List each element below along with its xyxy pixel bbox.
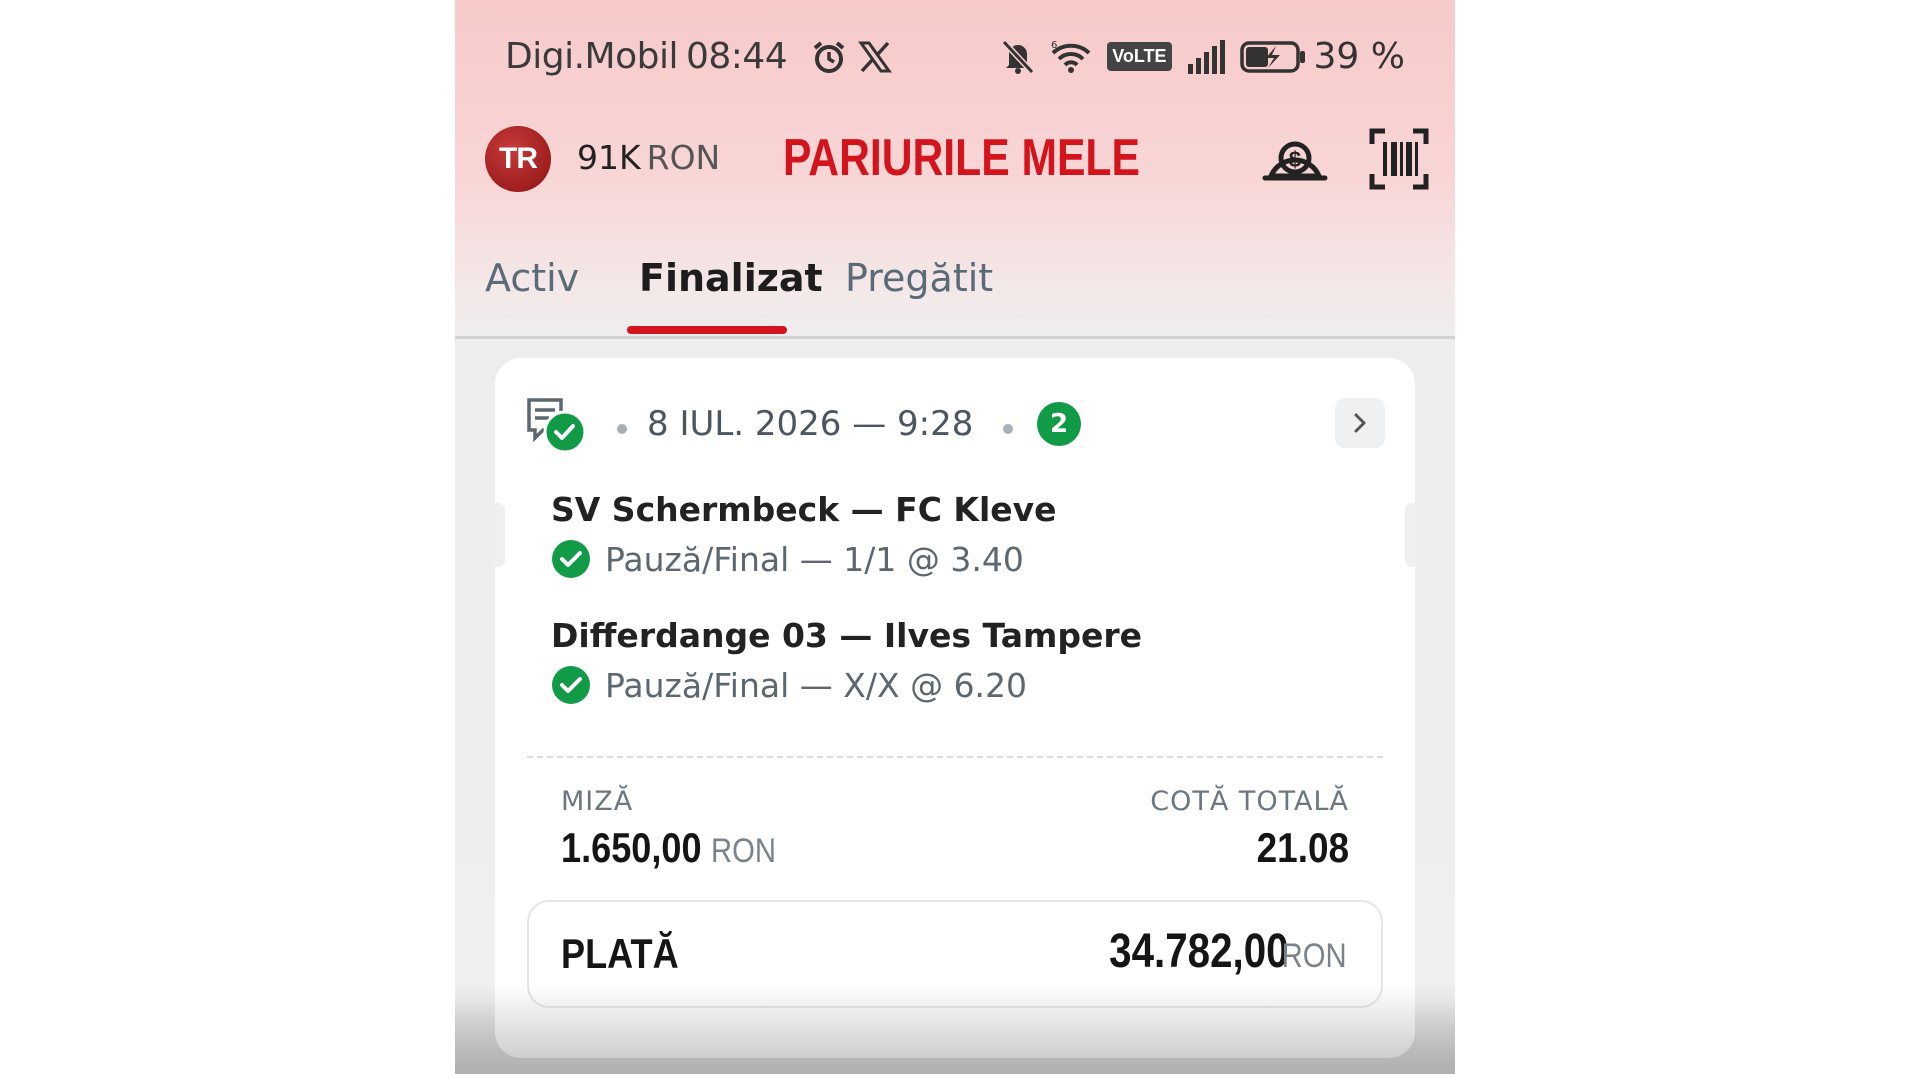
bet-card-header: 8 IUL. 2026 — 9:28 2 <box>525 398 1385 458</box>
svg-text:6: 6 <box>1051 40 1057 51</box>
card-notch-left <box>491 503 505 567</box>
x-logo-icon <box>857 39 893 75</box>
ticket-check-icon <box>525 398 589 460</box>
barcode-scan-icon[interactable] <box>1369 128 1429 194</box>
payout-currency: RON <box>1282 937 1347 975</box>
cash-out-icon[interactable]: $ <box>1261 128 1329 192</box>
summary-divider <box>527 756 1383 758</box>
chevron-right-icon <box>1354 413 1366 433</box>
bet-card[interactable]: 8 IUL. 2026 — 9:28 2 SV Schermbeck — FC … <box>491 358 1419 1058</box>
match-name: SV Schermbeck — FC Kleve <box>551 490 1057 529</box>
stake-amount: 1.650,00 RON <box>561 824 786 872</box>
svg-text:$: $ <box>1289 147 1301 172</box>
tab-finalizat[interactable]: Finalizat <box>639 256 823 300</box>
stake-value: 1.650,00 <box>561 824 702 871</box>
battery-percent: 39 % <box>1313 36 1405 77</box>
payout-value: 34.782,00 <box>1108 925 1289 978</box>
avatar[interactable]: TR <box>485 126 551 192</box>
app-header: TR 91K RON PARIURILE MELE $ <box>455 120 1455 200</box>
battery-charging-icon <box>1239 40 1306 74</box>
bet-datetime: 8 IUL. 2026 — 9:28 <box>647 404 974 444</box>
check-circle-icon <box>552 666 590 704</box>
check-circle-icon <box>552 540 590 578</box>
card-notch-right <box>1405 503 1419 567</box>
page-title: PARIURILE MELE <box>783 129 1140 187</box>
balance-currency: RON <box>646 138 721 177</box>
wifi-icon: 6 <box>1049 39 1093 75</box>
stake-label: MIZĂ <box>561 786 634 817</box>
volte-badge: VoLTE <box>1107 42 1172 71</box>
selection-item: Differdange 03 — Ilves Tampere Pauză/Fin… <box>551 616 1142 705</box>
tab-bar: Activ Finalizat Pregătit <box>455 250 1455 339</box>
balance[interactable]: 91K RON <box>577 138 720 177</box>
bet-details-button[interactable] <box>1335 398 1385 448</box>
selection-pick: Pauză/Final — X/X @ 6.20 <box>551 665 1142 705</box>
clock-time: 08:44 <box>685 36 788 77</box>
match-name: Differdange 03 — Ilves Tampere <box>551 616 1143 655</box>
selections-count-badge: 2 <box>1037 402 1081 446</box>
selection-pick: Pauză/Final — 1/1 @ 3.40 <box>551 539 1057 579</box>
carrier-name: Digi.Mobil <box>505 36 678 77</box>
status-bar: Digi.Mobil 08:44 6 VoLTE 39 % <box>455 28 1455 88</box>
stake-currency: RON <box>710 832 776 870</box>
payout-box: PLATĂ 34.782,00 RON <box>527 900 1383 1008</box>
tab-pregatit[interactable]: Pregătit <box>845 256 993 300</box>
alarm-icon <box>811 39 847 75</box>
bell-muted-icon <box>1001 39 1035 75</box>
separator-dot <box>1003 424 1013 434</box>
balance-value: 91K <box>577 138 641 177</box>
separator-dot <box>617 424 627 434</box>
tab-activ[interactable]: Activ <box>485 256 579 300</box>
payout-amount: 34.782,00 RON <box>1075 924 1347 979</box>
payout-label: PLATĂ <box>561 930 679 977</box>
selection-item: SV Schermbeck — FC Kleve Pauză/Final — 1… <box>551 490 1057 579</box>
active-tab-indicator <box>627 326 787 334</box>
phone-screen: Digi.Mobil 08:44 6 VoLTE 39 % TR 91K RON… <box>455 0 1455 1074</box>
pick-text: Pauză/Final — 1/1 @ 3.40 <box>605 539 1024 579</box>
total-odds-label: COTĂ TOTALĂ <box>1150 786 1349 817</box>
signal-icon <box>1186 39 1226 74</box>
total-odds-value: 21.08 <box>1256 824 1349 871</box>
pick-text: Pauză/Final — X/X @ 6.20 <box>605 665 1028 705</box>
